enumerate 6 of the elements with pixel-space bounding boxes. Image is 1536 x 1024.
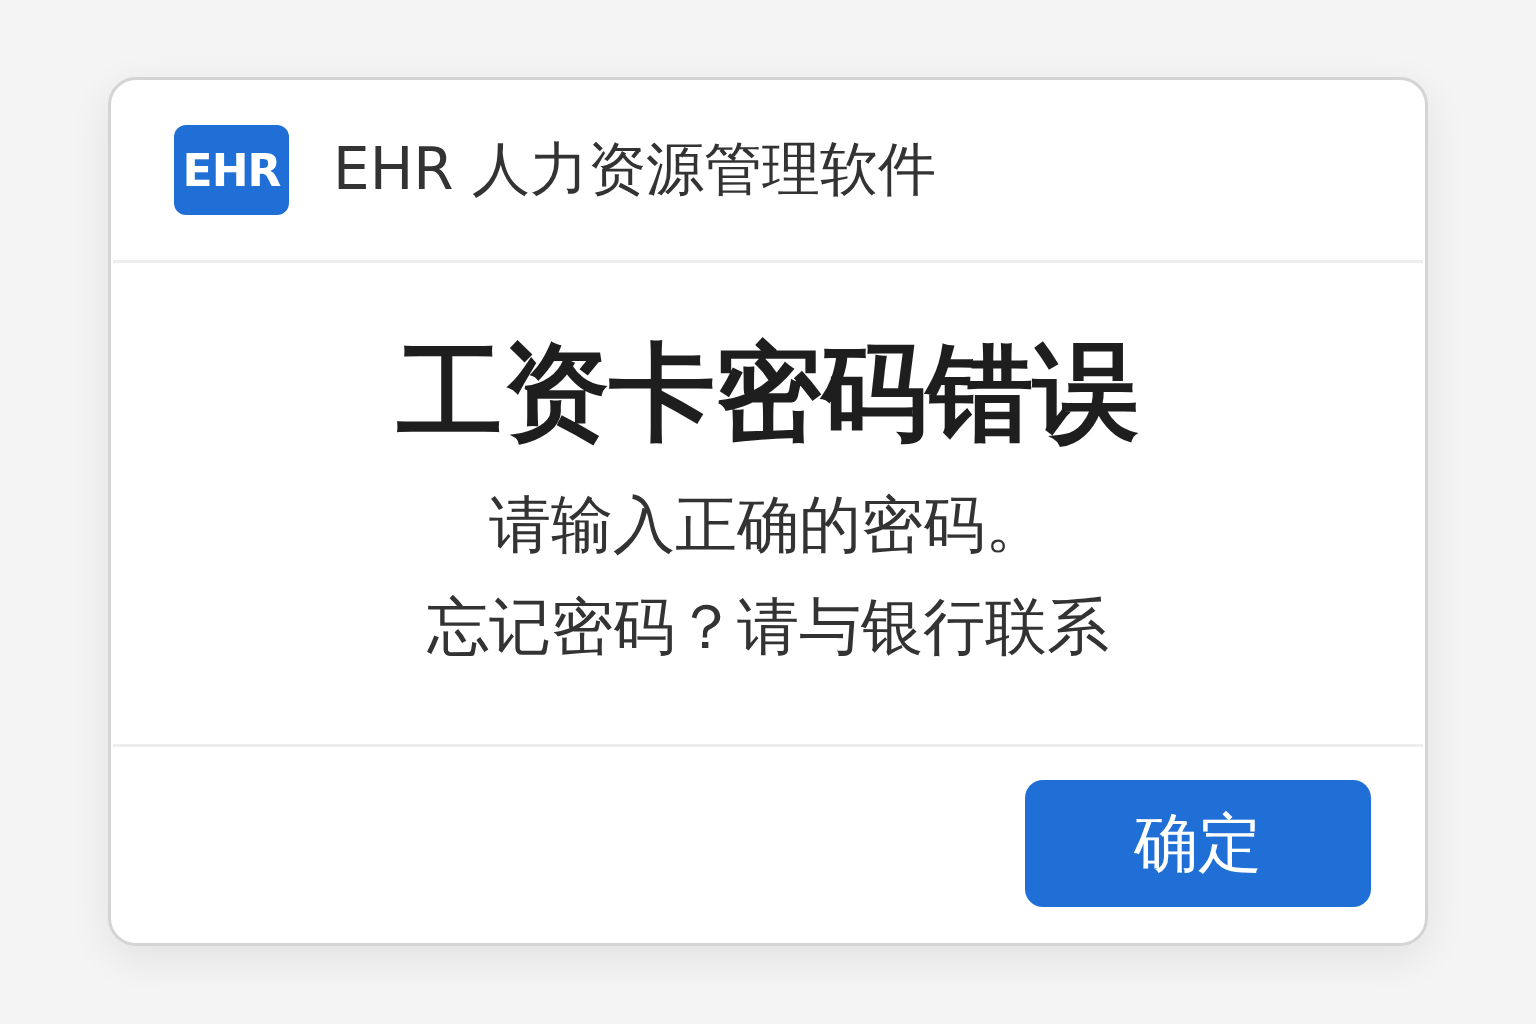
app-logo: EHR: [174, 125, 289, 215]
ok-button[interactable]: 确定: [1025, 780, 1371, 907]
window-title: EHR 人力资源管理软件: [333, 134, 936, 205]
message-text: 请输入正确的密码。: [489, 487, 1047, 564]
message-text: 忘记密码？请与银行联系: [427, 589, 1109, 666]
error-heading: 工资卡密码错误: [397, 330, 1139, 456]
